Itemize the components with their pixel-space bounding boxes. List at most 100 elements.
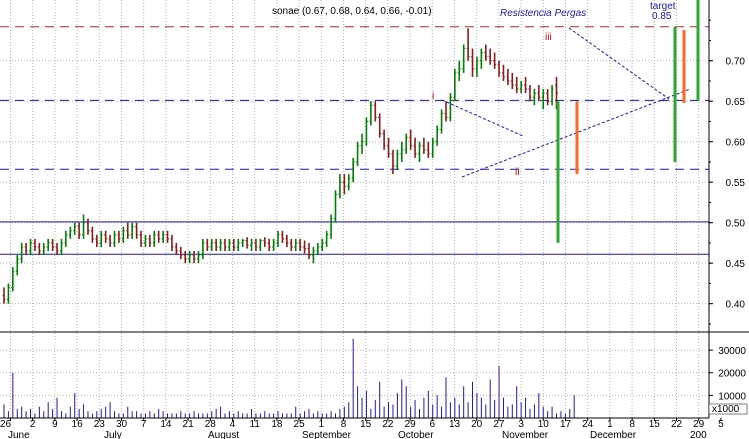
ohlc-bar bbox=[466, 28, 470, 61]
ohlc-bar bbox=[440, 109, 444, 134]
ohlc-bar bbox=[325, 230, 329, 247]
price-tick-label: 0.45 bbox=[726, 259, 746, 270]
date-tick-label: 17 bbox=[560, 419, 572, 430]
ohlc-bar bbox=[479, 48, 483, 69]
ohlc-bar bbox=[11, 267, 15, 292]
ohlc-bar bbox=[404, 133, 408, 154]
ohlc-bar bbox=[130, 222, 134, 239]
date-tick-label: 28 bbox=[205, 419, 217, 430]
date-tick-label: 4 bbox=[230, 419, 236, 430]
ohlc-bar bbox=[46, 238, 50, 252]
ohlc-bar bbox=[422, 137, 426, 154]
price-bars bbox=[2, 28, 558, 304]
month-label: August bbox=[208, 430, 239, 439]
ohlc-bar bbox=[528, 85, 532, 102]
ohlc-bar bbox=[444, 101, 448, 122]
ohlc-bar bbox=[143, 234, 147, 247]
date-tick-label: 15 bbox=[649, 419, 661, 430]
date-tick-label: 13 bbox=[449, 419, 461, 430]
ohlc-bar bbox=[395, 149, 399, 171]
ohlc-bar bbox=[152, 230, 156, 247]
ohlc-bar bbox=[135, 222, 139, 239]
ohlc-bar bbox=[356, 141, 360, 166]
ohlc-bar bbox=[276, 230, 280, 247]
ohlc-bar bbox=[20, 242, 24, 264]
ohlc-bar bbox=[29, 238, 33, 256]
ohlc-bar bbox=[519, 80, 523, 94]
ohlc-bar bbox=[108, 234, 112, 247]
date-tick-label: 8 bbox=[341, 419, 347, 430]
ohlc-bar bbox=[166, 230, 170, 243]
grid bbox=[0, 0, 709, 418]
ohlc-bar bbox=[285, 234, 289, 247]
ohlc-bar bbox=[157, 230, 161, 243]
price-tick-label: 0.50 bbox=[726, 219, 746, 230]
ohlc-bar bbox=[457, 60, 461, 81]
ohlc-bar bbox=[263, 237, 267, 247]
ohlc-bar bbox=[205, 238, 209, 252]
date-tick-label: 16 bbox=[72, 419, 84, 430]
date-tick-label: 30 bbox=[116, 419, 128, 430]
ohlc-bar bbox=[329, 214, 333, 239]
date-tick-label: 11 bbox=[250, 419, 261, 430]
ohlc-bar bbox=[99, 230, 103, 247]
ohlc-bar bbox=[475, 56, 479, 77]
ohlc-bar bbox=[73, 222, 77, 235]
ohlc-bar bbox=[316, 242, 320, 256]
ohlc-bar bbox=[311, 246, 315, 264]
date-tick-label: 20 bbox=[471, 419, 483, 430]
month-label: July bbox=[104, 430, 122, 439]
ohlc-bar bbox=[506, 68, 510, 86]
ohlc-bar bbox=[33, 238, 37, 252]
ohlc-bar bbox=[219, 238, 223, 252]
ohlc-bar bbox=[409, 129, 413, 150]
ohlc-bar bbox=[179, 246, 183, 260]
date-tick-label: 22 bbox=[382, 419, 394, 430]
date-tick-label: 3 bbox=[518, 419, 524, 430]
ohlc-bar bbox=[174, 242, 178, 256]
date-tick-label: 27 bbox=[493, 419, 505, 430]
ohlc-bar bbox=[364, 117, 368, 146]
ohlc-bar bbox=[524, 76, 528, 94]
date-tick-label: 24 bbox=[582, 419, 594, 430]
ohlc-bar bbox=[373, 101, 377, 122]
ohlc-bar bbox=[488, 48, 492, 65]
ohlc-bar bbox=[382, 129, 386, 150]
date-tick-label: 1 bbox=[607, 419, 613, 430]
ohlc-bar bbox=[51, 238, 55, 252]
ohlc-bar bbox=[104, 230, 108, 243]
ohlc-bar bbox=[515, 76, 519, 94]
ohlc-bar bbox=[95, 234, 99, 247]
ohlc-bar bbox=[37, 242, 41, 256]
axes bbox=[0, 0, 749, 419]
ohlc-bar bbox=[223, 238, 227, 252]
volume-tick-label: 10000 bbox=[718, 391, 746, 402]
ohlc-bar bbox=[510, 72, 514, 90]
ohlc-bar bbox=[196, 251, 200, 264]
ohlc-bar bbox=[294, 238, 298, 252]
price-tick-label: 0.55 bbox=[726, 178, 746, 189]
ohlc-bar bbox=[192, 251, 196, 264]
ohlc-bar bbox=[417, 141, 421, 162]
ohlc-bar bbox=[245, 237, 249, 249]
ohlc-bar bbox=[546, 89, 550, 106]
ohlc-bar bbox=[121, 226, 125, 243]
volume-tick-label: 20000 bbox=[718, 369, 746, 380]
month-label: December bbox=[590, 430, 637, 439]
date-tick-label: 21 bbox=[183, 419, 195, 430]
ohlc-bar bbox=[24, 242, 28, 256]
price-tick-label: 0.60 bbox=[726, 138, 746, 149]
price-tick-label: 0.40 bbox=[726, 300, 746, 311]
date-tick-label: 7 bbox=[141, 419, 147, 430]
date-tick-label: 10 bbox=[538, 419, 550, 430]
ohlc-bar bbox=[59, 238, 63, 256]
ohlc-bar bbox=[55, 242, 59, 256]
date-tick-label: 23 bbox=[94, 419, 106, 430]
annotation-wave-iii: iii bbox=[545, 32, 552, 43]
volume-tick-labels: 10000 20000 30000 bbox=[709, 346, 746, 402]
ohlc-bar bbox=[272, 238, 276, 252]
month-label: October bbox=[398, 430, 434, 439]
ohlc-bar bbox=[462, 44, 466, 73]
date-tick-label: 29 bbox=[405, 419, 417, 430]
ohlc-bar bbox=[289, 238, 293, 252]
